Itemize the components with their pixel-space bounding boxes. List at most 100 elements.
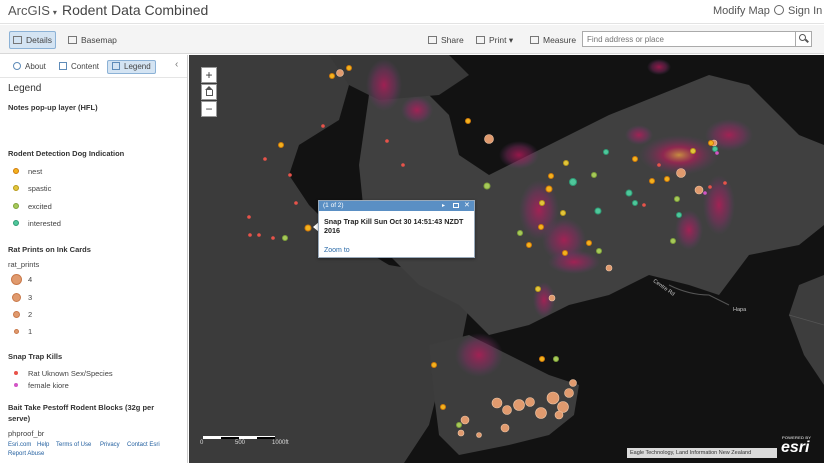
sign-in-link[interactable]: Sign In bbox=[774, 5, 822, 17]
rat-print-marker[interactable] bbox=[554, 410, 564, 420]
dog-indication-marker[interactable] bbox=[545, 185, 553, 193]
arcgis-menu[interactable]: ArcGIS ▾ bbox=[8, 3, 57, 18]
snap-trap-marker[interactable] bbox=[263, 157, 267, 161]
measure-button[interactable]: Measure bbox=[526, 31, 580, 49]
dog-indication-marker[interactable] bbox=[596, 248, 602, 254]
dog-indication-marker[interactable] bbox=[664, 176, 670, 182]
rat-print-marker[interactable] bbox=[336, 69, 344, 77]
dog-indication-marker[interactable] bbox=[517, 230, 523, 236]
dog-indication-marker[interactable] bbox=[632, 200, 638, 206]
rat-print-marker[interactable] bbox=[476, 432, 482, 438]
dog-indication-marker[interactable] bbox=[594, 207, 602, 215]
dog-indication-marker[interactable] bbox=[591, 172, 597, 178]
snap-trap-marker[interactable] bbox=[723, 181, 727, 185]
terms-link[interactable]: Terms of Use bbox=[56, 442, 91, 448]
dog-indication-marker[interactable] bbox=[708, 140, 714, 146]
dog-indication-marker[interactable] bbox=[440, 404, 446, 410]
share-button[interactable]: Share bbox=[424, 31, 468, 49]
snap-trap-marker[interactable] bbox=[708, 185, 712, 189]
dog-indication-marker[interactable] bbox=[548, 173, 554, 179]
dog-indication-marker[interactable] bbox=[674, 196, 680, 202]
dog-indication-marker[interactable] bbox=[465, 118, 471, 124]
dog-indication-marker[interactable] bbox=[676, 212, 682, 218]
dog-indication-marker[interactable] bbox=[278, 142, 284, 148]
tab-about[interactable]: About bbox=[10, 60, 49, 74]
rat-print-marker[interactable] bbox=[569, 379, 577, 387]
map-view[interactable]: Centre Rd Hapa + − 0 500 1000ft Eagle Te… bbox=[189, 55, 824, 463]
dog-indication-marker[interactable] bbox=[456, 422, 462, 428]
home-button[interactable] bbox=[201, 84, 217, 100]
snap-trap-marker[interactable] bbox=[257, 233, 261, 237]
search-button[interactable] bbox=[795, 32, 811, 46]
dog-indication-marker[interactable] bbox=[560, 210, 566, 216]
rat-print-marker[interactable] bbox=[605, 264, 613, 272]
esri-link[interactable]: Esri.com bbox=[8, 442, 31, 448]
rat-print-marker[interactable] bbox=[535, 407, 547, 419]
rat-print-marker[interactable] bbox=[548, 294, 556, 302]
dog-indication-marker[interactable] bbox=[632, 156, 638, 162]
dog-indication-marker[interactable] bbox=[535, 286, 541, 292]
rat-print-marker[interactable] bbox=[500, 423, 510, 433]
snap-trap-marker[interactable] bbox=[401, 163, 405, 167]
dog-indication-marker[interactable] bbox=[690, 148, 696, 154]
dog-indication-marker[interactable] bbox=[539, 356, 545, 362]
next-feature-icon[interactable]: ▸ bbox=[442, 201, 445, 211]
snap-trap-marker[interactable] bbox=[321, 124, 325, 128]
snap-trap-marker[interactable] bbox=[288, 173, 292, 177]
dog-indication-marker[interactable] bbox=[553, 356, 559, 362]
dog-indication-marker[interactable] bbox=[586, 240, 592, 246]
dog-indication-marker[interactable] bbox=[569, 178, 577, 186]
rat-print-marker[interactable] bbox=[694, 185, 704, 195]
dog-indication-marker[interactable] bbox=[603, 149, 609, 155]
dog-indication-marker[interactable] bbox=[539, 200, 545, 206]
dog-indication-marker[interactable] bbox=[649, 178, 655, 184]
help-link[interactable]: Help bbox=[37, 442, 49, 448]
dog-indication-marker[interactable] bbox=[304, 224, 312, 232]
snap-trap-marker[interactable] bbox=[247, 215, 251, 219]
zoom-to-link[interactable]: Zoom to bbox=[324, 247, 350, 254]
rat-print-marker[interactable] bbox=[676, 168, 686, 178]
snap-trap-marker[interactable] bbox=[248, 233, 252, 237]
dog-indication-marker[interactable] bbox=[526, 242, 532, 248]
snap-trap-marker[interactable] bbox=[385, 139, 389, 143]
rat-print-marker[interactable] bbox=[564, 388, 574, 398]
dog-indication-marker[interactable] bbox=[483, 182, 491, 190]
print-button[interactable]: Print ▾ bbox=[472, 31, 517, 49]
rat-print-marker[interactable] bbox=[525, 397, 535, 407]
snap-trap-marker[interactable] bbox=[294, 201, 298, 205]
rat-print-marker[interactable] bbox=[457, 429, 465, 437]
maximize-icon[interactable] bbox=[453, 203, 459, 208]
map-canvas[interactable] bbox=[189, 55, 824, 463]
dog-indication-marker[interactable] bbox=[346, 65, 352, 71]
dog-indication-marker[interactable] bbox=[670, 238, 676, 244]
details-button[interactable]: Details bbox=[9, 31, 56, 49]
dog-indication-marker[interactable] bbox=[329, 73, 335, 79]
modify-map-link[interactable]: Modify Map bbox=[713, 5, 770, 17]
dog-indication-marker[interactable] bbox=[282, 235, 288, 241]
dog-indication-marker[interactable] bbox=[538, 224, 544, 230]
rat-print-marker[interactable] bbox=[460, 415, 470, 425]
collapse-panel-icon[interactable]: ‹ bbox=[175, 59, 178, 70]
tab-content[interactable]: Content bbox=[56, 60, 102, 74]
contact-link[interactable]: Contact Esri bbox=[127, 442, 160, 448]
search-input[interactable] bbox=[583, 32, 796, 46]
close-icon[interactable]: ✕ bbox=[464, 201, 470, 211]
rat-print-marker[interactable] bbox=[502, 405, 512, 415]
basemap-button[interactable]: Basemap bbox=[64, 31, 121, 49]
snap-trap-marker[interactable] bbox=[642, 203, 646, 207]
dog-indication-marker[interactable] bbox=[562, 250, 568, 256]
rat-print-marker[interactable] bbox=[484, 134, 494, 144]
rat-print-marker[interactable] bbox=[546, 391, 560, 405]
female-kiore-marker[interactable] bbox=[715, 151, 719, 155]
zoom-out-button[interactable]: − bbox=[201, 101, 217, 117]
rat-print-marker[interactable] bbox=[513, 399, 525, 411]
report-abuse-link[interactable]: Report Abuse bbox=[8, 451, 44, 457]
rat-print-marker[interactable] bbox=[491, 397, 503, 409]
snap-trap-marker[interactable] bbox=[657, 163, 661, 167]
dog-indication-marker[interactable] bbox=[431, 362, 437, 368]
privacy-link[interactable]: Privacy bbox=[100, 442, 120, 448]
zoom-in-button[interactable]: + bbox=[201, 67, 217, 83]
dog-indication-marker[interactable] bbox=[625, 189, 633, 197]
tab-legend[interactable]: Legend bbox=[107, 60, 156, 74]
dog-indication-marker[interactable] bbox=[563, 160, 569, 166]
